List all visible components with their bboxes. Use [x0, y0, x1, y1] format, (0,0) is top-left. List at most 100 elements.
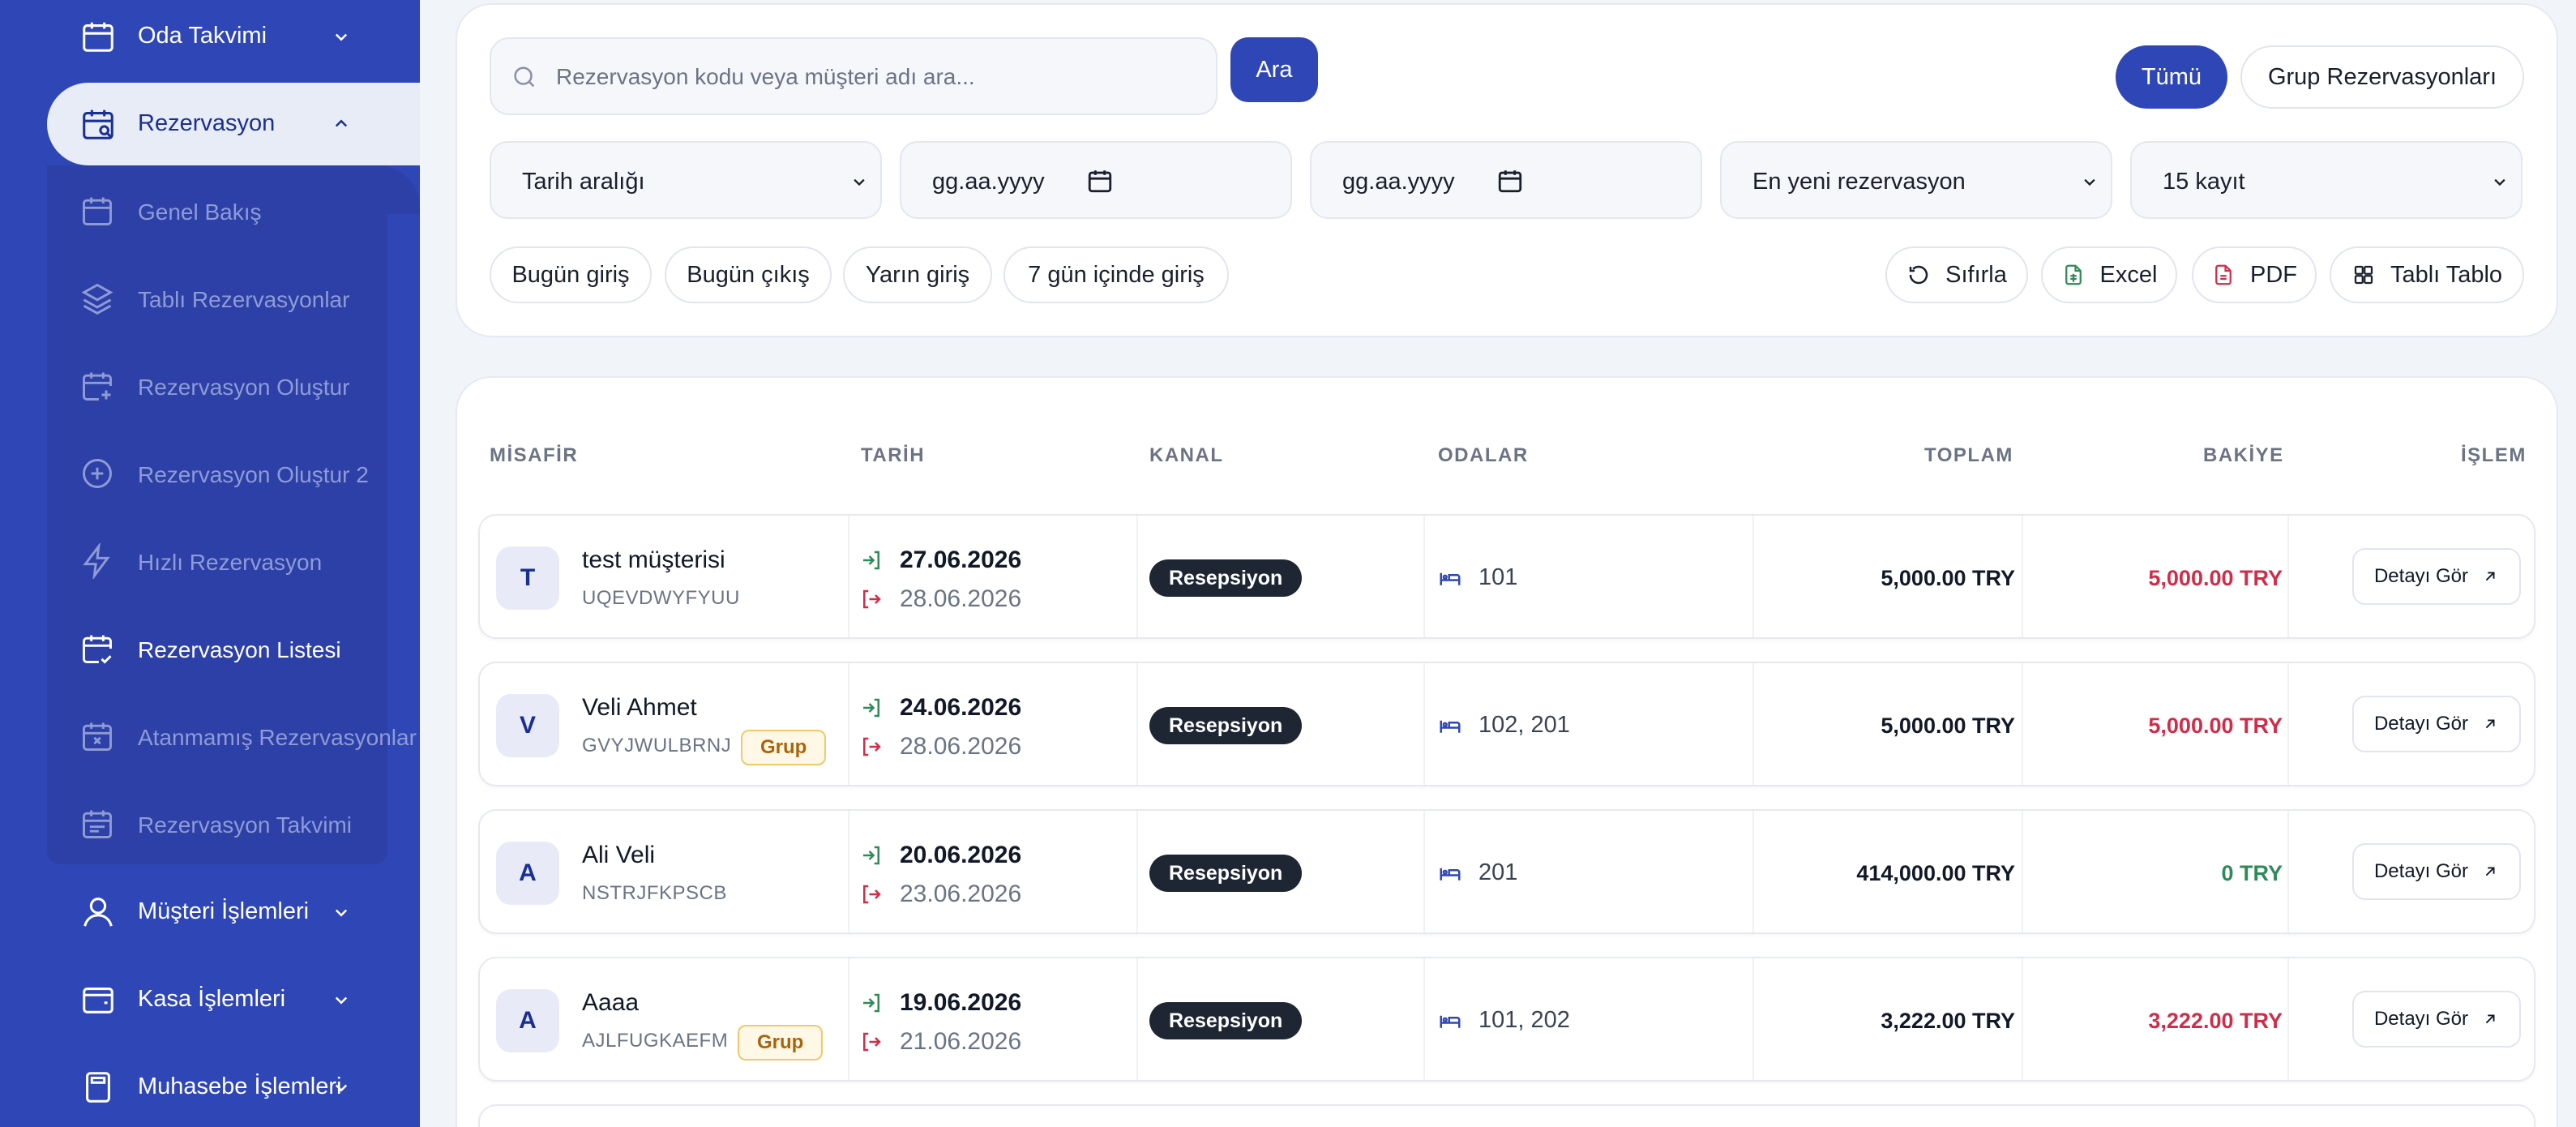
filter-group-toggle[interactable]: Grup Rezervasyonları — [2240, 45, 2524, 109]
sidebar-sub-label: Rezervasyon Oluştur 2 — [138, 462, 369, 487]
sidebar-sub-label: Atanmamış Rezervasyonlar — [138, 725, 417, 750]
detail-button[interactable]: Detayı Gör — [2352, 548, 2521, 605]
calendar-icon — [83, 22, 113, 52]
chevron-down-icon — [2494, 178, 2505, 186]
quick-filter-today-in[interactable]: Bugün giriş — [490, 246, 652, 303]
calculator-icon — [86, 1072, 110, 1103]
balance-value: 5,000.00 TRY — [2148, 566, 2283, 590]
sidebar-sub-tabli-rezervasyonlar[interactable]: Tablı Rezervasyonlar — [47, 263, 420, 336]
quick-filter-today-out[interactable]: Bugün çıkış — [665, 246, 832, 303]
date-range-select[interactable]: Tarih aralığı — [490, 141, 882, 219]
table-view-button[interactable]: Tablı Tablo — [2330, 246, 2524, 303]
sidebar-item-rezervasyon[interactable]: Rezervasyon — [47, 83, 420, 165]
check-in-date: 20.06.2026 — [900, 842, 1022, 868]
check-out-date: 21.06.2026 — [900, 1028, 1022, 1055]
avatar: V — [496, 694, 559, 757]
reset-label: Sıfırla — [1945, 261, 2007, 288]
detail-button[interactable]: Detayı Gör — [2352, 696, 2521, 752]
search-button[interactable]: Ara — [1230, 37, 1318, 102]
chevron-down-icon — [854, 178, 865, 186]
col-header-date: TARİH — [861, 444, 926, 466]
search-input[interactable] — [556, 60, 1196, 94]
page-size-value: 15 kayıt — [2163, 169, 2245, 195]
sidebar-sub-label: Tablı Rezervasyonlar — [138, 287, 350, 312]
col-header-rooms: ODALAR — [1438, 444, 1529, 466]
sidebar-sub-label: Hızlı Rezervasyon — [138, 550, 323, 575]
check-in-icon — [863, 846, 879, 865]
calendar-check-icon — [83, 635, 112, 664]
export-excel-button[interactable]: Excel — [2041, 246, 2177, 303]
date-range-value: Tarih aralığı — [522, 169, 645, 195]
sidebar-sub-rezervasyon-listesi[interactable]: Rezervasyon Listesi — [47, 613, 420, 686]
export-pdf-button[interactable]: PDF — [2192, 246, 2317, 303]
reservation-code: GVYJWULBRNJ — [582, 735, 732, 756]
total-value: 5,000.00 TRY — [1881, 713, 2015, 738]
channel-badge: Resepsiyon — [1149, 559, 1303, 597]
sidebar-sub-atanmamis-rezervasyonlar[interactable]: Atanmamış Rezervasyonlar — [47, 701, 420, 773]
bolt-icon — [83, 543, 110, 579]
balance-value: 3,222.00 TRY — [2148, 1009, 2283, 1033]
chevron-down-icon — [335, 996, 348, 1005]
pdf-file-icon — [2215, 264, 2232, 285]
sidebar-item-oda-takvimi[interactable]: Oda Takvimi — [47, 0, 420, 78]
check-out-date: 23.06.2026 — [900, 881, 1022, 907]
detail-label: Detayı Gör — [2373, 565, 2469, 587]
table-row: V Veli Ahmet GVYJWULBRNJ Grup 24.06.2026… — [478, 662, 2535, 786]
sidebar-item-kasa-islemleri[interactable]: Kasa İşlemleri — [47, 958, 420, 1041]
rooms-value: 101, 202 — [1478, 1007, 1570, 1033]
page-size-select[interactable]: 15 kayıt — [2130, 141, 2523, 219]
detail-label: Detayı Gör — [2373, 1008, 2469, 1030]
reset-button[interactable]: Sıfırla — [1885, 246, 2028, 303]
total-value: 5,000.00 TRY — [1881, 566, 2015, 590]
check-out-date: 28.06.2026 — [900, 585, 1022, 612]
sidebar-sub-rezervasyon-olustur-2[interactable]: Rezervasyon Oluştur 2 — [47, 438, 420, 511]
sidebar-sub-genel-bakis[interactable]: Genel Bakış — [47, 175, 420, 248]
sidebar-sub-rezervasyon-olustur[interactable]: Rezervasyon Oluştur — [47, 350, 420, 423]
sidebar-sub-hizli-rezervasyon[interactable]: Hızlı Rezervasyon — [47, 525, 420, 598]
search-icon — [514, 66, 535, 88]
arrow-up-right-icon — [2485, 719, 2495, 729]
excel-label: Excel — [2099, 261, 2158, 288]
calendar-icon[interactable] — [1496, 167, 1524, 195]
guest-name: Aaaa — [582, 989, 640, 1016]
quick-filter-tomorrow-in[interactable]: Yarın giriş — [843, 246, 992, 303]
sort-select[interactable]: En yeni rezervasyon — [1720, 141, 2112, 219]
avatar: A — [496, 842, 559, 905]
bed-icon — [1440, 1015, 1461, 1028]
col-header-guest: MİSAFİR — [490, 444, 579, 466]
guest-name: Ali Veli — [582, 842, 656, 868]
check-out-icon — [863, 885, 881, 904]
rooms-value: 102, 201 — [1478, 712, 1570, 738]
check-out-date: 28.06.2026 — [900, 733, 1022, 760]
check-out-icon — [863, 1032, 881, 1052]
excel-file-icon — [2065, 264, 2082, 285]
check-in-date: 24.06.2026 — [900, 694, 1022, 721]
col-header-channel: KANAL — [1149, 444, 1224, 466]
check-out-icon — [863, 589, 881, 609]
sidebar-item-musteri-islemleri[interactable]: Müşteri İşlemleri — [47, 871, 420, 953]
search-box — [490, 37, 1217, 115]
reservation-code: UQEVDWYFYUU — [582, 587, 740, 609]
date-start-value: gg.aa.yyyy — [932, 169, 1045, 195]
sidebar-sub-label: Rezervasyon Listesi — [138, 637, 341, 662]
filter-all-toggle[interactable]: Tümü — [2116, 45, 2227, 109]
quick-filter-7days-in[interactable]: 7 gün içinde giriş — [1003, 246, 1229, 303]
date-start-input[interactable]: gg.aa.yyyy — [900, 141, 1292, 219]
detail-button[interactable]: Detayı Gör — [2352, 991, 2521, 1048]
date-end-input[interactable]: gg.aa.yyyy — [1310, 141, 1702, 219]
sort-value: En yeni rezervasyon — [1752, 169, 1966, 195]
sidebar-sub-rezervasyon-takvimi[interactable]: Rezervasyon Takvimi — [47, 788, 420, 861]
arrow-up-right-icon — [2485, 1014, 2495, 1024]
calendar-icon[interactable] — [1086, 167, 1114, 195]
check-in-date: 19.06.2026 — [900, 989, 1022, 1016]
guest-name: Veli Ahmet — [582, 694, 697, 721]
avatar: T — [496, 546, 559, 610]
balance-value: 0 TRY — [2221, 861, 2283, 885]
sidebar-item-muhasebe-islemleri[interactable]: Muhasebe İşlemleri — [47, 1046, 420, 1127]
detail-label: Detayı Gör — [2373, 860, 2469, 882]
layers-icon — [81, 283, 113, 315]
check-in-icon — [863, 993, 879, 1013]
bed-icon — [1440, 720, 1461, 733]
calendar-list-icon — [83, 810, 112, 838]
detail-button[interactable]: Detayı Gör — [2352, 843, 2521, 900]
